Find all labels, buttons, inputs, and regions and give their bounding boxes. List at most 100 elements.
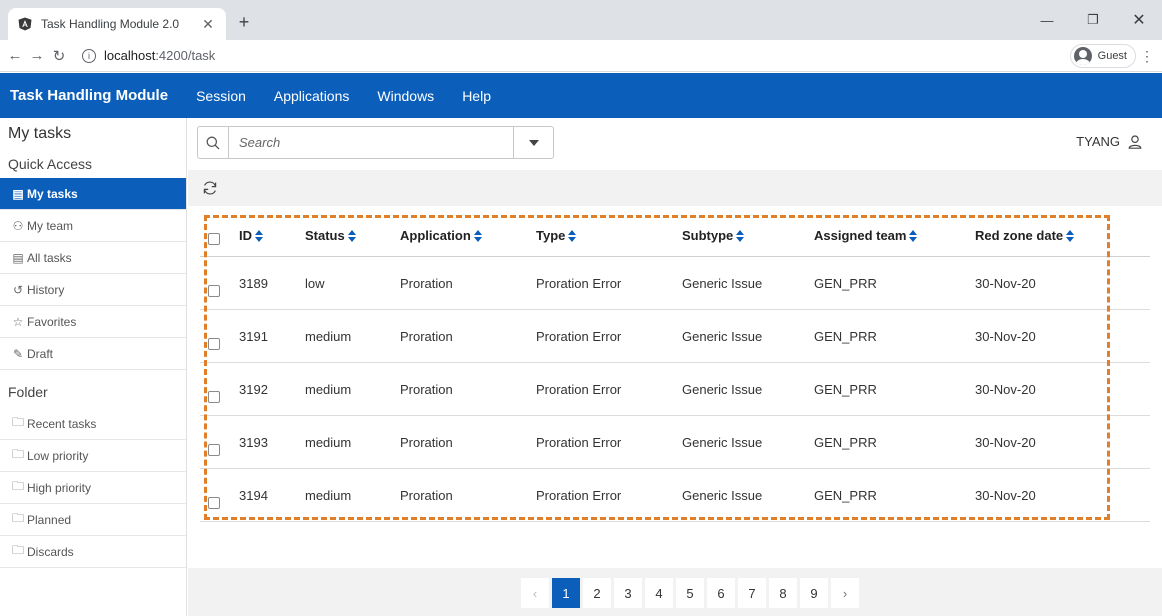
minimize-icon[interactable]: — xyxy=(1024,8,1070,32)
next-page-button[interactable]: › xyxy=(831,578,859,608)
cell-id: 3193 xyxy=(239,434,268,450)
forward-arrow-icon[interactable]: → xyxy=(26,47,48,64)
profile-button[interactable]: Guest xyxy=(1069,44,1136,68)
sort-icon xyxy=(473,229,482,242)
star-icon: ☆ xyxy=(12,314,24,329)
sidebar: My tasks Quick Access ▤ My tasks ⚇ My te… xyxy=(0,118,187,616)
new-tab-icon[interactable]: + xyxy=(232,12,256,32)
page-button-9[interactable]: 9 xyxy=(800,578,828,608)
cell-type: Proration Error xyxy=(536,275,622,291)
table-row[interactable]: 3192 medium Proration Proration Error Ge… xyxy=(200,363,1150,416)
cell-red-zone-date: 30-Nov-20 xyxy=(975,434,1036,450)
folder-heading: Folder xyxy=(8,384,48,400)
row-checkbox[interactable] xyxy=(208,497,220,509)
restore-icon[interactable]: ❐ xyxy=(1070,8,1116,32)
table-row[interactable]: 3189 low Proration Proration Error Gener… xyxy=(200,257,1150,310)
cell-subtype: Generic Issue xyxy=(682,434,763,450)
row-checkbox[interactable] xyxy=(208,285,220,297)
task-table: ID Status Application Type Subtype Assig… xyxy=(200,215,1150,522)
sidebar-item-my-tasks[interactable]: ▤ My tasks xyxy=(0,178,186,210)
column-header-id[interactable]: ID xyxy=(239,228,305,243)
sidebar-item-discards[interactable]: 🗀 Discards xyxy=(0,536,186,568)
cell-assigned-team: GEN_PRR xyxy=(814,434,877,450)
search-dropdown-button[interactable] xyxy=(513,127,553,158)
column-header-assigned-team[interactable]: Assigned team xyxy=(814,228,975,243)
table-row[interactable]: 3194 medium Proration Proration Error Ge… xyxy=(200,469,1150,522)
reload-icon[interactable]: ↻ xyxy=(48,47,70,65)
row-checkbox[interactable] xyxy=(208,391,220,403)
column-header-type[interactable]: Type xyxy=(536,228,682,243)
sidebar-item-my-team[interactable]: ⚇ My team xyxy=(0,210,186,242)
menu-help[interactable]: Help xyxy=(462,88,491,104)
table-row[interactable]: 3193 medium Proration Proration Error Ge… xyxy=(200,416,1150,469)
caret-down-icon xyxy=(528,139,539,146)
sidebar-item-all-tasks[interactable]: ▤ All tasks xyxy=(0,242,186,274)
sidebar-item-draft[interactable]: ✎ Draft xyxy=(0,338,186,370)
search-icon[interactable] xyxy=(198,127,229,158)
cell-red-zone-date: 30-Nov-20 xyxy=(975,328,1036,344)
menu-session[interactable]: Session xyxy=(196,88,246,104)
sidebar-item-label: High priority xyxy=(27,480,92,495)
column-header-status[interactable]: Status xyxy=(305,228,400,243)
sidebar-item-label: Low priority xyxy=(27,448,89,463)
sidebar-item-history[interactable]: ↺ History xyxy=(0,274,186,306)
sidebar-item-label: Discards xyxy=(27,544,74,559)
page-button-8[interactable]: 8 xyxy=(769,578,797,608)
row-checkbox[interactable] xyxy=(208,338,220,350)
browser-tab[interactable]: Task Handling Module 2.0 ✕ xyxy=(8,8,226,40)
cell-assigned-team: GEN_PRR xyxy=(814,487,877,503)
page-button-1[interactable]: 1 xyxy=(552,578,580,608)
app-title[interactable]: Task Handling Module xyxy=(10,87,168,104)
cell-type: Proration Error xyxy=(536,434,622,450)
menu-windows[interactable]: Windows xyxy=(377,88,434,104)
app-menu: Session Applications Windows Help xyxy=(196,88,491,104)
sidebar-item-recent-tasks[interactable]: 🗀 Recent tasks xyxy=(0,408,186,440)
close-tab-icon[interactable]: ✕ xyxy=(200,16,216,33)
table-toolbar xyxy=(188,170,1162,206)
cell-application: Proration xyxy=(400,487,453,503)
back-arrow-icon[interactable]: ← xyxy=(4,47,26,64)
refresh-icon[interactable] xyxy=(200,178,220,198)
tab-title: Task Handling Module 2.0 xyxy=(41,17,180,31)
close-window-icon[interactable]: ✕ xyxy=(1116,8,1162,32)
column-header-subtype[interactable]: Subtype xyxy=(682,228,814,243)
page-button-5[interactable]: 5 xyxy=(676,578,704,608)
cell-red-zone-date: 30-Nov-20 xyxy=(975,381,1036,397)
profile-label: Guest xyxy=(1097,50,1127,62)
page-button-2[interactable]: 2 xyxy=(583,578,611,608)
sidebar-item-label: My tasks xyxy=(27,186,78,201)
sidebar-item-low-priority[interactable]: 🗀 Low priority xyxy=(0,440,186,472)
page-button-4[interactable]: 4 xyxy=(645,578,673,608)
cell-subtype: Generic Issue xyxy=(682,328,763,344)
info-icon[interactable]: i xyxy=(82,48,96,63)
table-row[interactable]: 3191 medium Proration Proration Error Ge… xyxy=(200,310,1150,363)
sidebar-item-planned[interactable]: 🗀 Planned xyxy=(0,504,186,536)
column-header-application[interactable]: Application xyxy=(400,228,536,243)
page-button-6[interactable]: 6 xyxy=(707,578,735,608)
user-menu[interactable]: TYANG xyxy=(1076,134,1142,149)
draft-icon: ✎ xyxy=(12,346,24,361)
menu-applications[interactable]: Applications xyxy=(274,88,350,104)
cell-application: Proration xyxy=(400,275,453,291)
url-host: localhost xyxy=(104,48,156,63)
browser-menu-icon[interactable]: ⋮ xyxy=(1140,48,1154,64)
sort-icon xyxy=(568,229,577,242)
page-button-3[interactable]: 3 xyxy=(614,578,642,608)
page-button-7[interactable]: 7 xyxy=(738,578,766,608)
cell-type: Proration Error xyxy=(536,328,622,344)
pagination: ‹ 1 2 3 4 5 6 7 8 9 › xyxy=(521,578,859,608)
cell-assigned-team: GEN_PRR xyxy=(814,381,877,397)
prev-page-button[interactable]: ‹ xyxy=(521,578,549,608)
cell-application: Proration xyxy=(400,434,453,450)
search-input[interactable] xyxy=(229,127,513,158)
sidebar-item-high-priority[interactable]: 🗀 High priority xyxy=(0,472,186,504)
column-header-red-zone-date[interactable]: Red zone date xyxy=(975,228,1149,243)
folder-open-icon: 🗀 xyxy=(12,543,25,557)
select-all-checkbox[interactable] xyxy=(208,232,220,245)
sort-icon xyxy=(736,229,745,242)
sidebar-item-favorites[interactable]: ☆ Favorites xyxy=(0,306,186,338)
url-field[interactable]: i localhost:4200/task xyxy=(82,48,215,63)
row-checkbox[interactable] xyxy=(208,444,220,456)
main-content: TYANG ID Status Application Type Subtype… xyxy=(188,118,1162,616)
sidebar-item-label: Recent tasks xyxy=(27,416,97,431)
